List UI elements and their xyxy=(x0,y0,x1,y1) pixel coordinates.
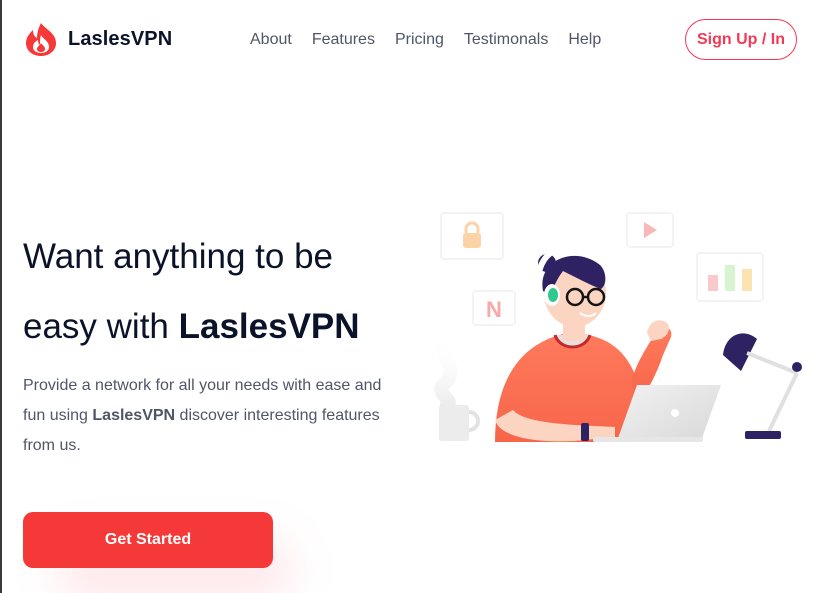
play-icon xyxy=(626,212,674,248)
hero-desc-brand: LaslesVPN xyxy=(92,407,176,424)
hero-title-line2-prefix: easy with xyxy=(23,307,179,346)
hero-description: Provide a network for all your needs wit… xyxy=(23,371,383,461)
main-nav: About Features Pricing Testimonals Help xyxy=(250,30,601,50)
hero-title-brand: LaslesVPN xyxy=(178,307,360,346)
nav-link-pricing[interactable]: Pricing xyxy=(395,30,444,50)
hero-title-line1: Want anything to be xyxy=(23,237,334,276)
netflix-letter: N xyxy=(486,297,502,322)
coffee-mug xyxy=(434,328,480,441)
window-left-border xyxy=(0,0,2,593)
signup-button[interactable]: Sign Up / In xyxy=(685,19,797,60)
nav-link-features[interactable]: Features xyxy=(312,30,375,50)
get-started-button[interactable]: Get Started xyxy=(23,512,273,568)
nav-link-testimonals[interactable]: Testimonals xyxy=(464,30,548,50)
netflix-icon: N xyxy=(472,290,516,326)
desk-lamp xyxy=(723,333,802,439)
nav-link-about[interactable]: About xyxy=(250,30,292,50)
hero-illustration: N xyxy=(434,212,802,442)
nav-link-help[interactable]: Help xyxy=(568,30,601,50)
logo-flame-icon xyxy=(26,23,56,56)
logo[interactable]: LaslesVPN xyxy=(23,21,172,57)
lock-icon xyxy=(440,212,504,260)
logo-text: LaslesVPN xyxy=(68,27,173,50)
bar-chart-icon xyxy=(696,252,764,302)
hero-title: Want anything to be easy with LaslesVPN xyxy=(23,222,423,362)
